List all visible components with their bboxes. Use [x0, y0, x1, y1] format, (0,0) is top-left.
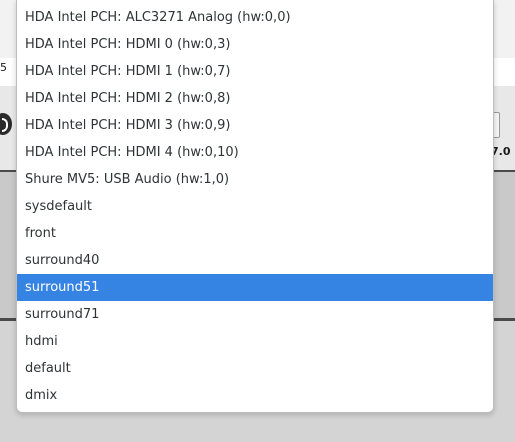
dropdown-item[interactable]: dmix [17, 382, 493, 409]
dropdown-item[interactable]: front [17, 220, 493, 247]
dropdown-item[interactable]: sysdefault [17, 193, 493, 220]
dropdown-item[interactable]: Shure MV5: USB Audio (hw:1,0) [17, 166, 493, 193]
dropdown-item[interactable]: HDA Intel PCH: ALC3271 Analog (hw:0,0) [17, 4, 493, 31]
dropdown-item[interactable]: HDA Intel PCH: HDMI 1 (hw:0,7) [17, 58, 493, 85]
dropdown-item[interactable]: HDA Intel PCH: HDMI 2 (hw:0,8) [17, 85, 493, 112]
dropdown-item-selected[interactable]: surround51 [17, 274, 493, 301]
dropdown-item[interactable]: HDA Intel PCH: HDMI 3 (hw:0,9) [17, 112, 493, 139]
dropdown-item[interactable]: HDA Intel PCH: HDMI 4 (hw:0,10) [17, 139, 493, 166]
background-number-fragment: 5 [0, 61, 7, 74]
dropdown-item[interactable]: hdmi [17, 328, 493, 355]
audio-device-dropdown-menu[interactable]: HDA Intel PCH: ALC3271 Analog (hw:0,0) H… [16, 0, 494, 413]
dropdown-item[interactable]: default [17, 355, 493, 382]
dropdown-item[interactable]: surround40 [17, 247, 493, 274]
dropdown-item[interactable]: HDA Intel PCH: HDMI 0 (hw:0,3) [17, 31, 493, 58]
dropdown-item[interactable]: surround71 [17, 301, 493, 328]
